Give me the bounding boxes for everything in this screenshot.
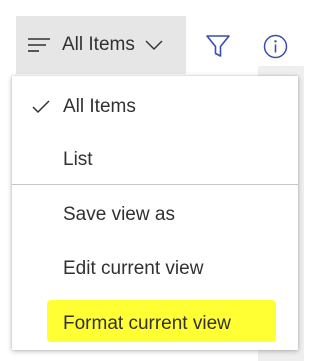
menu-item-all-items[interactable]: All Items [12, 80, 298, 134]
menu-item-label: Format current view [63, 313, 231, 334]
checkmark-icon [32, 100, 50, 114]
menu-divider [12, 184, 298, 185]
menu-item-label: All Items [63, 96, 136, 117]
menu-item-label: List [63, 149, 93, 170]
menu-item-label: Save view as [63, 204, 175, 225]
info-icon [263, 34, 287, 58]
view-menu: All Items List Save view as Edit current… [12, 76, 298, 350]
view-switcher-button[interactable]: All Items [16, 16, 186, 74]
command-bar: All Items [0, 0, 304, 75]
menu-item-list[interactable]: List [12, 133, 298, 187]
page: All Items All Items List Save view as Ed… [0, 0, 304, 361]
menu-item-format-current-view[interactable]: Format current view [12, 297, 298, 351]
view-lines-icon [28, 38, 50, 52]
view-switcher-label: All Items [62, 34, 135, 55]
filter-button[interactable] [204, 32, 232, 60]
menu-item-save-view-as[interactable]: Save view as [12, 188, 298, 242]
menu-item-edit-current-view[interactable]: Edit current view [12, 242, 298, 296]
chevron-down-icon [145, 40, 163, 50]
filter-icon [206, 35, 230, 57]
menu-item-label: Edit current view [63, 258, 204, 279]
info-button[interactable] [262, 33, 288, 59]
